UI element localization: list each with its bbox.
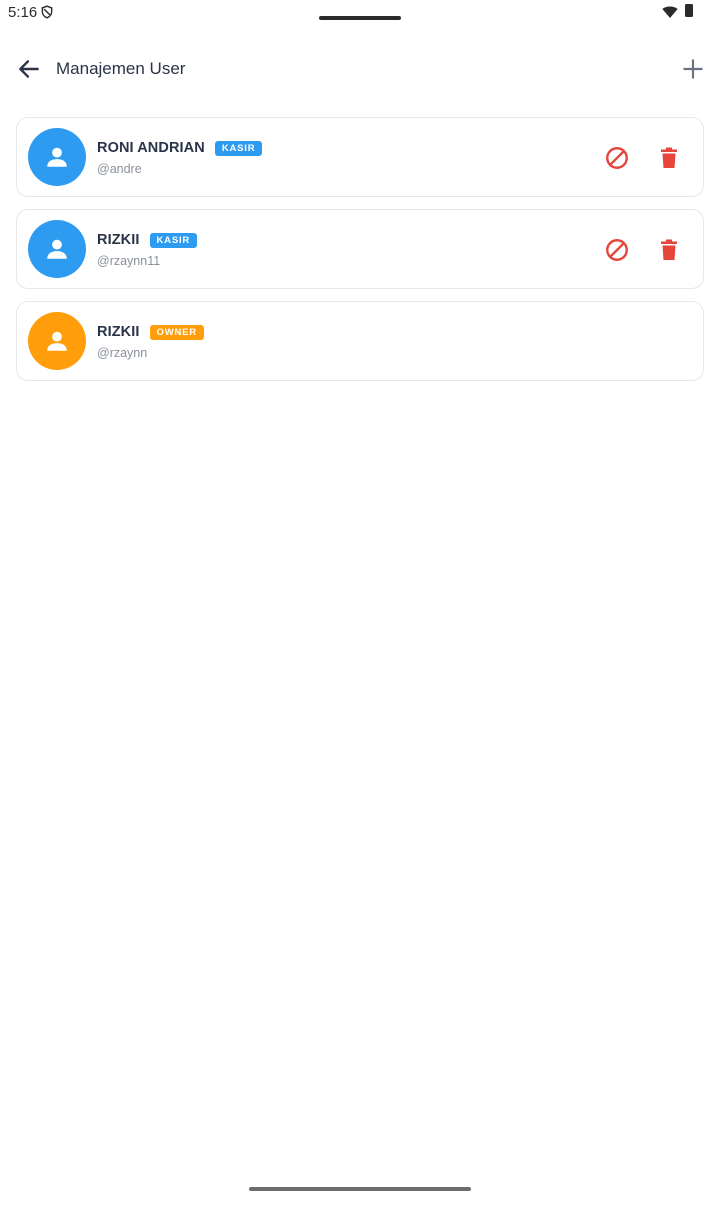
avatar (28, 128, 86, 186)
name-row: RONI ANDRIAN KASIR (97, 140, 263, 156)
user-name: RIZKII (97, 324, 140, 340)
camera-notch (319, 16, 401, 20)
avatar (28, 220, 86, 278)
trash-icon[interactable] (657, 146, 681, 170)
name-row: RIZKII OWNER (97, 324, 204, 340)
person-icon (47, 331, 67, 351)
user-card[interactable]: RIZKII KASIR @rzaynn11 (16, 209, 704, 289)
user-card[interactable]: RONI ANDRIAN KASIR @andre (16, 117, 704, 197)
shield-icon (41, 5, 53, 19)
wifi-icon (662, 6, 678, 18)
arrow-left-icon[interactable] (16, 56, 42, 82)
name-row: RIZKII KASIR (97, 232, 198, 248)
block-icon[interactable] (604, 145, 630, 171)
status-time: 5:16 (8, 4, 38, 21)
user-handle: @rzaynn (97, 346, 148, 360)
user-info: RIZKII KASIR @rzaynn11 (97, 232, 198, 268)
role-badge: KASIR (214, 140, 263, 156)
role-badge: KASIR (149, 232, 198, 248)
block-icon[interactable] (604, 237, 630, 263)
battery-icon (685, 4, 693, 17)
status-bar: 5:16 (0, 0, 720, 26)
app-bar: Manajemen User (0, 40, 720, 96)
gesture-nav-handle[interactable] (249, 1187, 471, 1191)
user-handle: @andre (97, 162, 142, 176)
user-info: RONI ANDRIAN KASIR @andre (97, 140, 263, 176)
role-badge: OWNER (149, 324, 204, 340)
user-list: RONI ANDRIAN KASIR @andre RIZKII KASIR @… (16, 117, 704, 393)
person-icon (47, 147, 67, 167)
user-card[interactable]: RIZKII OWNER @rzaynn (16, 301, 704, 381)
avatar (28, 312, 86, 370)
user-info: RIZKII OWNER @rzaynn (97, 324, 204, 360)
person-icon (47, 239, 67, 259)
page-title: Manajemen User (56, 59, 186, 78)
user-handle: @rzaynn11 (97, 254, 161, 268)
plus-icon[interactable] (680, 56, 706, 82)
user-name: RONI ANDRIAN (97, 140, 205, 156)
trash-icon[interactable] (657, 238, 681, 262)
user-name: RIZKII (97, 232, 140, 248)
